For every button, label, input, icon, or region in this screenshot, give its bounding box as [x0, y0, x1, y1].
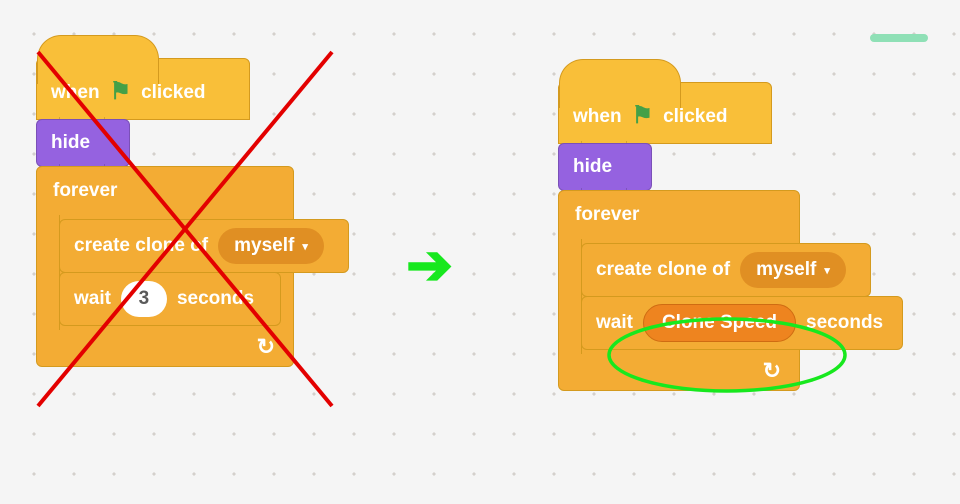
- green-flag-icon: ⚑: [110, 77, 132, 106]
- wait-variable-name: Clone Speed: [662, 312, 777, 334]
- clone-label: create clone of: [596, 259, 730, 281]
- clone-target-value: myself: [234, 235, 294, 257]
- hat-text-pre: when: [51, 82, 100, 104]
- create-clone-block[interactable]: create clone of myself ▾: [581, 243, 871, 297]
- hat-text-pre: when: [573, 106, 622, 128]
- loop-icon: ↻: [763, 358, 781, 384]
- forever-label: forever: [575, 204, 639, 226]
- wait-unit: seconds: [806, 312, 883, 334]
- wait-value-input[interactable]: 3: [121, 281, 167, 317]
- hide-label: hide: [51, 132, 90, 154]
- hat-text-post: clicked: [663, 106, 727, 128]
- hide-label: hide: [573, 156, 612, 178]
- chevron-down-icon: ▾: [824, 264, 830, 277]
- forever-block[interactable]: forever create clone of myself ▾ wait Cl…: [558, 190, 800, 391]
- wait-variable-slot[interactable]: Clone Speed: [643, 304, 796, 342]
- clone-label: create clone of: [74, 235, 208, 257]
- chevron-down-icon: ▾: [302, 240, 308, 253]
- wait-block[interactable]: wait Clone Speed seconds: [581, 296, 903, 350]
- wait-label: wait: [74, 288, 111, 310]
- create-clone-block[interactable]: create clone of myself ▾: [59, 219, 349, 273]
- hide-block[interactable]: hide: [36, 119, 130, 167]
- forever-label: forever: [53, 180, 117, 202]
- accent-pill: [870, 34, 928, 42]
- wait-label: wait: [596, 312, 633, 334]
- wait-unit: seconds: [177, 288, 254, 310]
- when-flag-clicked-block[interactable]: when ⚑ clicked: [558, 82, 772, 144]
- clone-target-dropdown[interactable]: myself ▾: [218, 228, 324, 264]
- clone-target-dropdown[interactable]: myself ▾: [740, 252, 846, 288]
- loop-icon: ↻: [257, 334, 275, 360]
- green-flag-icon: ⚑: [632, 101, 654, 130]
- when-flag-clicked-block[interactable]: when ⚑ clicked: [36, 58, 250, 120]
- hide-block[interactable]: hide: [558, 143, 652, 191]
- right-script: when ⚑ clicked hide forever create clone…: [558, 82, 800, 391]
- hat-text-post: clicked: [141, 82, 205, 104]
- wait-block[interactable]: wait 3 seconds: [59, 272, 281, 326]
- left-script: when ⚑ clicked hide forever create clone…: [36, 58, 294, 367]
- forever-block[interactable]: forever create clone of myself ▾ wait 3 …: [36, 166, 294, 367]
- transition-arrow-icon: ➔: [406, 232, 453, 298]
- clone-target-value: myself: [756, 259, 816, 281]
